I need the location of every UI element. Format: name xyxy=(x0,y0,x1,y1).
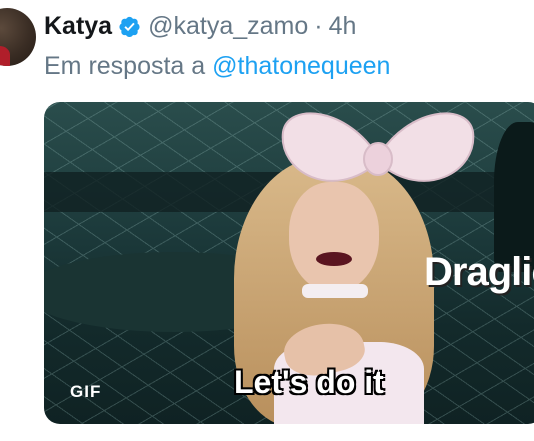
author-name[interactable]: Katya xyxy=(44,12,112,41)
subject-choker xyxy=(302,284,368,298)
gif-media[interactable]: Draglic GIF Let's do it xyxy=(44,102,534,424)
watermark-logo: Draglic xyxy=(424,250,534,294)
tweet-header: Katya @katya_zamo · 4h xyxy=(44,10,356,42)
author-handle[interactable]: @katya_zamo xyxy=(148,12,308,41)
gif-caption: Let's do it xyxy=(234,364,384,400)
subject-mouth xyxy=(316,252,352,266)
verified-badge-icon xyxy=(118,15,141,38)
timestamp[interactable]: 4h xyxy=(329,12,357,41)
reply-context: Em resposta a @thatonequeen xyxy=(44,52,390,81)
avatar[interactable] xyxy=(0,8,36,66)
reply-mention-link[interactable]: @thatonequeen xyxy=(212,52,390,80)
gif-badge: GIF xyxy=(70,382,102,401)
hair-bow xyxy=(281,112,475,182)
separator-dot: · xyxy=(314,11,323,40)
reply-prefix: Em resposta a xyxy=(44,52,206,80)
